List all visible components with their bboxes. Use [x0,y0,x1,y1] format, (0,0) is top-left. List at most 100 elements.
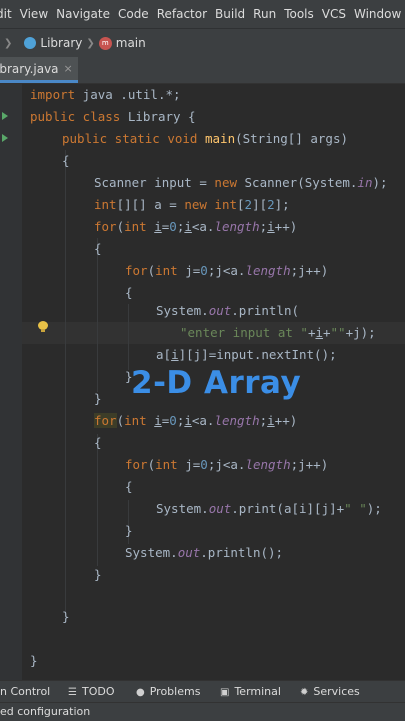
token: int [155,457,186,472]
tool-window-bar: n Control ☰ TODO ● Problems ▣ Terminal ✹ Ser… [0,680,405,702]
tool-version-control[interactable]: n Control [0,681,50,702]
token: length [214,219,260,234]
code-line: "enter input at "+i+""+j); [180,322,376,344]
token: in [357,175,373,190]
code-line: { [94,241,102,256]
info-icon: ● [136,687,145,698]
tab-library-java[interactable]: ibrary.java × [0,57,78,83]
project-icon [24,37,37,49]
code-line: import java .util.*; [30,84,181,106]
token: + [323,325,331,340]
token: ++) [274,413,298,428]
token: ++) [274,219,298,234]
token: public static void [62,131,205,146]
code-line: System.out.print(a[i][j]+" "); [156,498,382,520]
token: Library { [120,109,196,124]
token: i [267,413,275,428]
token: ;j<a. [207,457,246,472]
token: ]; [274,197,290,212]
code-line: } [62,609,70,624]
token: +j); [345,325,376,340]
code-line: { [62,153,70,168]
code-line: } [125,523,133,538]
code-line: for(int j=0;j<a.length;j++) [125,454,328,476]
run-main-icon[interactable] [2,134,8,142]
token: ;j++) [290,263,329,278]
tool-services[interactable]: ✹ Services [300,681,360,702]
chevron-right-icon: ❯ [4,37,13,49]
code-line: { [125,479,133,494]
token: for [94,413,117,428]
tool-services-label: Services [313,685,360,698]
video-title-overlay: 2-D Array [131,365,302,401]
token: length [214,413,260,428]
menu-navigate[interactable]: Navigate [49,7,117,21]
token: Scanner input = [94,175,215,190]
code-line: public class Library { [30,106,196,128]
tool-todo-label: TODO [81,685,115,698]
tool-todo[interactable]: ☰ TODO [68,681,114,702]
token: System. [156,501,209,516]
editor-tab-bar: ibrary.java × [0,57,405,84]
token: [ [237,197,245,212]
token: System. [125,545,178,560]
lightbulb-icon[interactable] [38,321,48,333]
token: .println(); [200,545,284,560]
token: ][j]=input.nextInt(); [178,347,337,362]
token: <a. [191,219,215,234]
token: 2 [267,197,275,212]
token: " " [344,501,367,516]
services-icon: ✹ [300,687,309,698]
editor-gutter [0,84,22,680]
token: j= [185,263,201,278]
breadcrumb-method[interactable]: main [116,36,146,50]
breadcrumb-project[interactable]: Library [40,36,82,50]
token: a[ [156,347,172,362]
tool-terminal-label: Terminal [234,685,281,698]
tool-problems[interactable]: ● Problems [136,681,200,702]
code-line: } [94,391,102,406]
code-line: for(int i=0;i<a.length;i++) [94,410,297,432]
token: i [267,219,275,234]
token: int [155,263,186,278]
status-bar: ed configuration [0,702,405,721]
token: ; [259,413,268,428]
token: j= [185,457,201,472]
tab-label: ibrary.java [0,61,59,76]
tool-terminal[interactable]: ▣ Terminal [220,681,281,702]
chevron-right-icon: ❯ [86,37,95,49]
token: import [30,87,76,102]
indent-guide [97,238,98,392]
token: length [245,457,291,472]
token: i [154,413,162,428]
menu-refactor[interactable]: Refactor [150,7,214,21]
token: for [125,263,148,278]
token: [][] a = [116,197,185,212]
token: for [94,219,117,234]
token: for [125,457,148,472]
token: "enter input at " [180,325,308,340]
token: int [124,413,155,428]
token: 2 [244,197,253,212]
code-line: { [125,285,133,300]
close-icon[interactable]: × [64,62,73,75]
code-line: for(int i=0;i<a.length;i++) [94,216,297,238]
token: "" [330,325,346,340]
code-line: for(int j=0;j<a.length;j++) [125,260,328,282]
menu-window[interactable]: Window [347,7,405,21]
menu-bar: dit View Navigate Code Refactor Build Ru… [0,0,405,28]
token: out [177,545,201,560]
token: System. [156,303,209,318]
token: ][ [252,197,268,212]
token: out [208,303,232,318]
code-line: System.out.println(); [125,542,283,564]
token: i [315,325,323,340]
token: i [184,219,192,234]
code-line: Scanner input = new Scanner(System.in); [94,172,388,194]
breadcrumb: ❯ Library ❯ m main [0,28,405,58]
token: 0 [200,457,208,472]
token: public class [30,109,121,124]
token: ( [116,219,125,234]
token: new int [184,197,237,212]
run-class-icon[interactable] [2,112,8,120]
